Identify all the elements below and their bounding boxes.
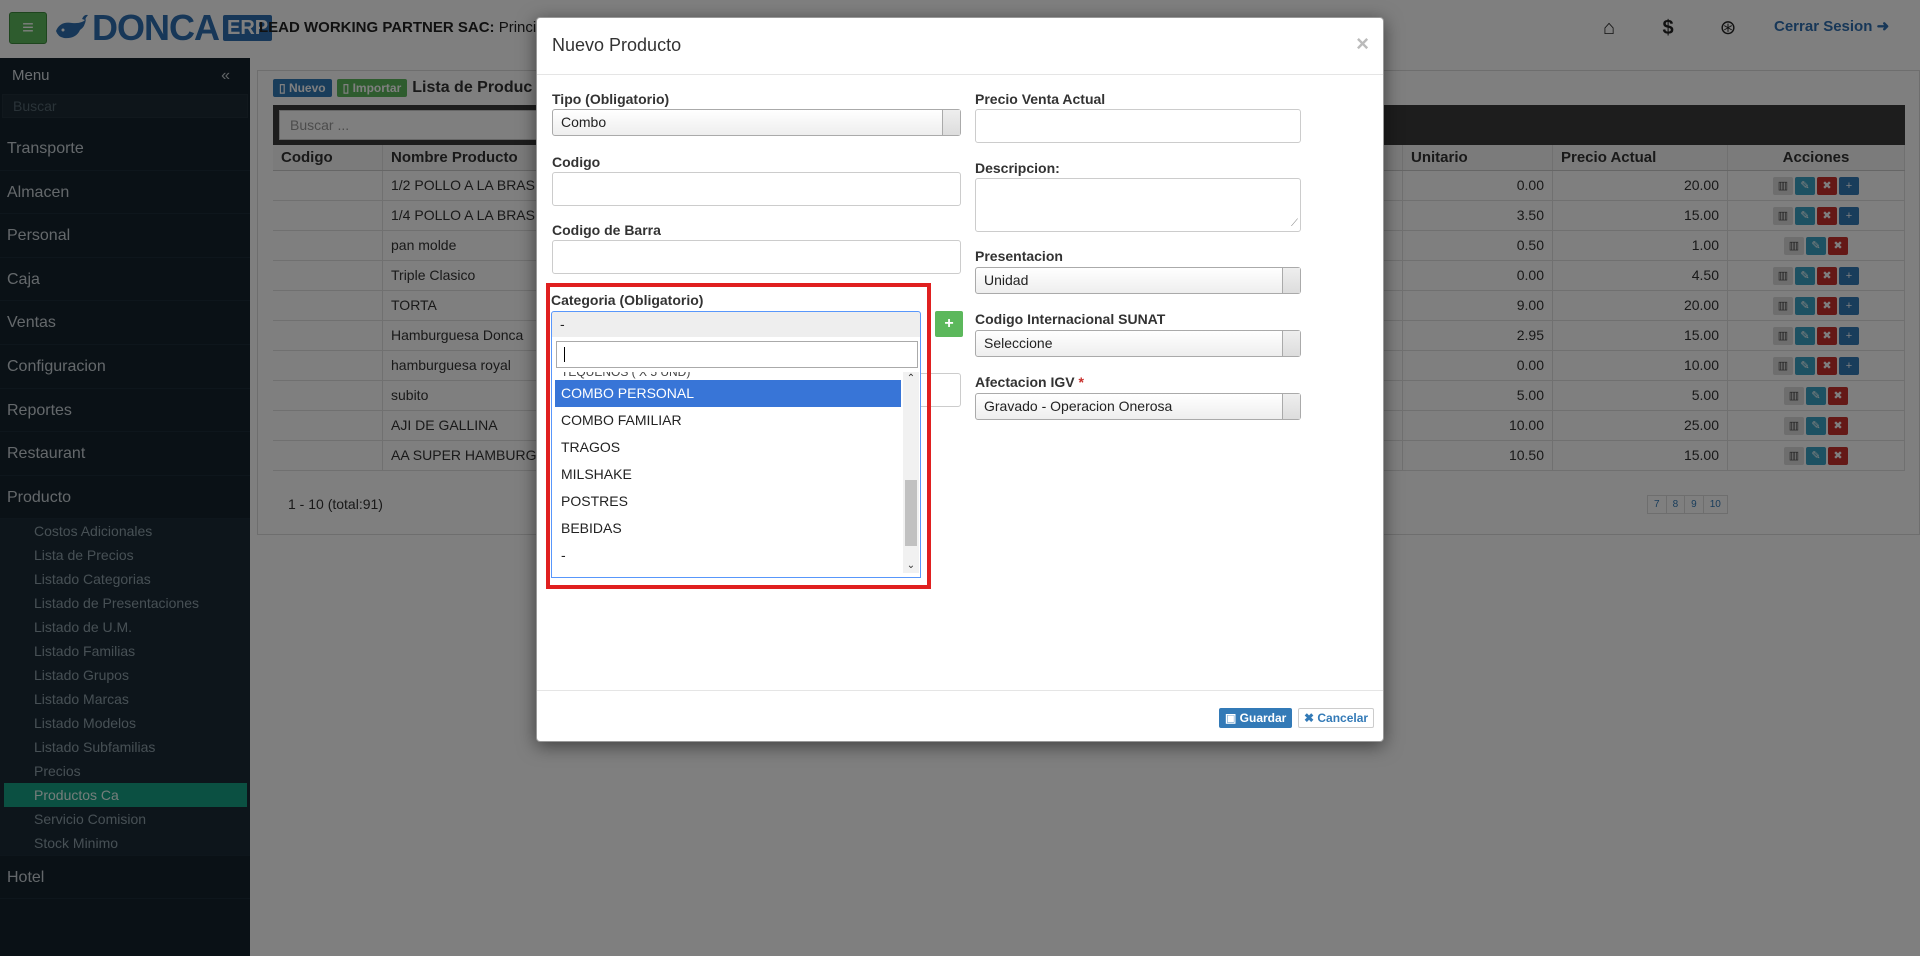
close-icon[interactable]: × <box>1356 31 1369 57</box>
presentacion-label: Presentacion <box>975 248 1063 264</box>
sunat-select[interactable]: Seleccione <box>975 330 1301 357</box>
modal-footer: ▣ Guardar ✖ Cancelar <box>537 690 1383 742</box>
precio-venta-input[interactable] <box>975 109 1301 143</box>
chevron-down-icon <box>1282 331 1300 356</box>
descripcion-label: Descripcion: <box>975 160 1060 176</box>
codigo-barra-input[interactable] <box>552 240 961 274</box>
descripcion-textarea[interactable]: ⟋ <box>975 178 1301 232</box>
codigo-input[interactable] <box>552 172 961 206</box>
sunat-select-value: Seleccione <box>984 335 1053 351</box>
igv-select[interactable]: Gravado - Operacion Onerosa <box>975 393 1301 420</box>
codigo-barra-label: Codigo de Barra <box>552 222 661 238</box>
tipo-select-value: Combo <box>561 114 607 130</box>
cancel-button-label: Cancelar <box>1317 711 1369 725</box>
required-marker: * <box>1078 374 1084 390</box>
igv-label: Afectacion IGV * <box>975 374 1084 390</box>
resize-grip-icon[interactable]: ⟋ <box>1291 218 1298 229</box>
modal-title: Nuevo Producto <box>552 35 682 55</box>
igv-select-value: Gravado - Operacion Onerosa <box>984 398 1173 414</box>
highlight-box <box>546 283 931 589</box>
modal-header: Nuevo Producto × <box>537 18 1383 75</box>
tipo-label: Tipo (Obligatorio) <box>552 91 670 107</box>
presentacion-select[interactable]: Unidad <box>975 267 1301 294</box>
chevron-down-icon <box>1282 394 1300 419</box>
precio-venta-label: Precio Venta Actual <box>975 91 1106 107</box>
presentacion-select-value: Unidad <box>984 272 1029 288</box>
codigo-label: Codigo <box>552 154 601 170</box>
chevron-down-icon <box>942 110 960 135</box>
igv-label-text: Afectacion IGV <box>975 374 1075 390</box>
chevron-down-icon <box>1282 268 1300 293</box>
sunat-label: Codigo Internacional SUNAT <box>975 311 1166 327</box>
save-button[interactable]: ▣ Guardar <box>1219 708 1293 728</box>
tipo-select[interactable]: Combo <box>552 109 961 136</box>
cancel-button[interactable]: ✖ Cancelar <box>1298 708 1375 728</box>
add-category-button[interactable]: + <box>935 311 963 337</box>
save-button-label: Guardar <box>1239 711 1287 725</box>
